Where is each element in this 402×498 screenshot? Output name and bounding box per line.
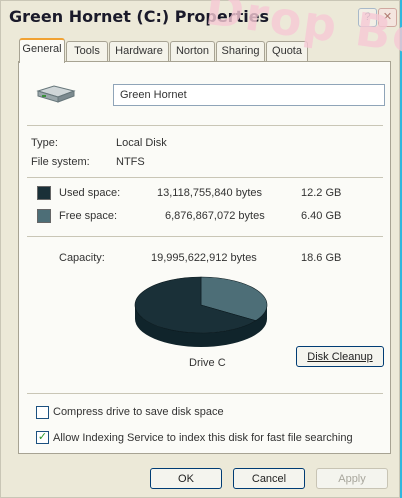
free-space-label: Free space: bbox=[59, 210, 118, 222]
tab-general[interactable]: General bbox=[19, 38, 65, 63]
divider bbox=[27, 393, 383, 394]
used-space-swatch bbox=[37, 186, 51, 200]
divider bbox=[27, 177, 383, 178]
free-space-bytes: 6,876,867,072 bytes bbox=[165, 210, 265, 222]
ok-button[interactable]: OK bbox=[150, 468, 222, 489]
tab-norton[interactable]: Norton bbox=[170, 41, 215, 61]
disk-usage-pie-chart bbox=[134, 276, 268, 347]
tab-sharing[interactable]: Sharing bbox=[216, 41, 265, 61]
tab-hardware[interactable]: Hardware bbox=[109, 41, 169, 61]
free-space-swatch bbox=[37, 209, 51, 223]
tab-tools[interactable]: Tools bbox=[66, 41, 108, 61]
apply-button[interactable]: Apply bbox=[316, 468, 388, 489]
drive-name-input[interactable]: Green Hornet bbox=[113, 84, 385, 106]
properties-window: Green Hornet (C:) Properties ? ✕ General… bbox=[0, 0, 400, 498]
file-system-label: File system: bbox=[31, 156, 90, 168]
type-value: Local Disk bbox=[116, 137, 167, 149]
type-label: Type: bbox=[31, 137, 58, 149]
index-checkbox[interactable]: ✓ bbox=[36, 431, 49, 444]
hard-drive-icon bbox=[36, 85, 76, 103]
capacity-bytes: 19,995,622,912 bytes bbox=[151, 252, 257, 264]
disk-cleanup-button[interactable]: Disk Cleanup bbox=[296, 346, 384, 367]
compress-checkbox[interactable] bbox=[36, 406, 49, 419]
free-space-size: 6.40 GB bbox=[301, 210, 342, 222]
compress-label: Compress drive to save disk space bbox=[53, 406, 224, 418]
disk-cleanup-label: Disk Cleanup bbox=[307, 351, 373, 363]
used-space-label: Used space: bbox=[59, 187, 121, 199]
cancel-button[interactable]: Cancel bbox=[233, 468, 305, 489]
capacity-label: Capacity: bbox=[59, 252, 105, 264]
drive-label: Drive C bbox=[189, 357, 226, 369]
file-system-value: NTFS bbox=[116, 156, 145, 168]
used-space-size: 12.2 GB bbox=[301, 187, 342, 199]
used-space-bytes: 13,118,755,840 bytes bbox=[157, 187, 262, 199]
capacity-size: 18.6 GB bbox=[301, 252, 342, 264]
divider bbox=[27, 125, 383, 126]
divider bbox=[27, 236, 383, 237]
index-label: Allow Indexing Service to index this dis… bbox=[53, 432, 353, 444]
